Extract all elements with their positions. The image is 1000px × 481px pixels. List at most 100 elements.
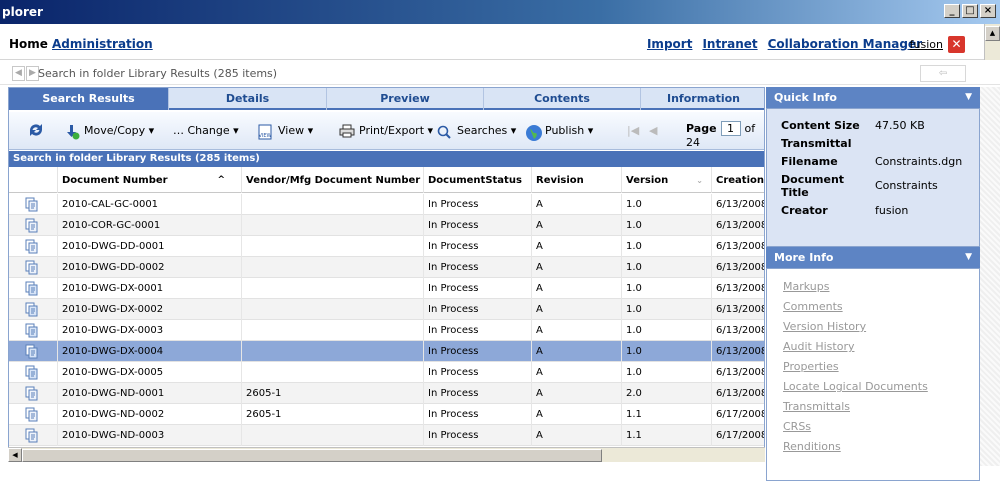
collapse-chevron-icon[interactable]: ▼ [965, 87, 972, 108]
minimize-button[interactable]: _ [944, 4, 960, 18]
refresh-icon[interactable] [27, 122, 45, 141]
publish-label: Publish ▾ [545, 124, 594, 137]
tab-details[interactable]: Details [169, 88, 327, 110]
more-info-panel: Markups Comments Version History Audit Hist… [766, 268, 980, 481]
column-menu-chevron-icon[interactable]: ⌄ [696, 176, 703, 185]
tab-preview[interactable]: Preview [327, 88, 484, 110]
table-row[interactable]: 2010-DWG-ND-0002 2605-1 In Process A 1.1 6/17… [9, 404, 764, 425]
column-version[interactable]: Version ⌄ [621, 167, 711, 193]
scroll-left-arrow-icon[interactable]: ◀ [8, 448, 22, 462]
tab-information[interactable]: Information [641, 88, 764, 110]
more-info-title: More Info [774, 251, 834, 264]
cell-document-status: In Process [423, 278, 531, 299]
column-document-status[interactable]: DocumentStatus [423, 167, 531, 193]
collapse-chevron-icon[interactable]: ▼ [965, 247, 972, 268]
cell-creation: 6/17/2008 [711, 404, 764, 425]
cell-document-number: 2010-CAL-GC-0001 [57, 194, 237, 215]
quick-info-header[interactable]: Quick Info ▼ [766, 87, 980, 108]
more-info-link[interactable]: Renditions [783, 437, 979, 457]
back-arrow-icon[interactable]: ◀ [12, 66, 25, 81]
more-info-link[interactable]: Markups [783, 277, 979, 297]
quick-info-title: Quick Info [774, 91, 837, 104]
table-row[interactable]: 2010-DWG-DX-0001 In Process A 1.0 6/13/2008 [9, 278, 764, 299]
table-row[interactable]: 2010-DWG-DX-0002 In Process A 1.0 6/13/2008 [9, 299, 764, 320]
searches-label: Searches ▾ [457, 124, 517, 137]
column-vendor-number[interactable]: Vendor/Mfg Document Number [241, 167, 421, 193]
more-info-header[interactable]: More Info ▼ [766, 247, 980, 268]
scroll-up-arrow-icon[interactable]: ▲ [985, 26, 1000, 41]
table-row[interactable]: 2010-DWG-DX-0003 In Process A 1.0 6/13/2008 [9, 320, 764, 341]
cell-document-status: In Process [423, 404, 531, 425]
tab-search-results[interactable]: Search Results [9, 88, 169, 110]
previous-page-icon[interactable]: ◀ [649, 124, 657, 137]
maximize-button[interactable]: □ [962, 4, 978, 18]
cell-vendor-number [241, 362, 423, 383]
quick-info-label: Filename [781, 155, 838, 168]
cell-version: 1.1 [621, 425, 711, 446]
quick-info-label: Content Size [781, 119, 860, 132]
cell-revision: A [531, 278, 621, 299]
table-row[interactable]: 2010-DWG-ND-0001 2605-1 In Process A 2.0 6/13… [9, 383, 764, 404]
more-info-link[interactable]: Transmittals [783, 397, 979, 417]
column-document-number[interactable]: Document Number ^ [57, 167, 237, 193]
intranet-link[interactable]: Intranet [702, 37, 757, 51]
import-link[interactable]: Import [647, 37, 692, 51]
document-icon [25, 197, 39, 212]
administration-link[interactable]: Administration [52, 37, 153, 51]
more-info-link[interactable]: Version History [783, 317, 979, 337]
table-row[interactable]: 2010-DWG-DX-0005 In Process A 1.0 6/13/2008 [9, 362, 764, 383]
print-export-button[interactable]: Print/Export ▾ [339, 124, 433, 138]
publish-button[interactable]: Publish ▾ [525, 124, 594, 141]
vertical-scrollbar[interactable]: ▲ [984, 24, 1000, 60]
go-back-button[interactable]: ⇦ [920, 65, 966, 82]
horizontal-scroll-thumb[interactable] [22, 449, 602, 462]
more-info-link[interactable]: CRSs [783, 417, 979, 437]
cell-creation: 6/13/2008 [711, 299, 764, 320]
table-row[interactable]: 2010-DWG-DD-0001 In Process A 1.0 6/13/2008 [9, 236, 764, 257]
pager: Page 1 of 24 [686, 121, 764, 149]
cell-creation: 6/13/2008 [711, 194, 764, 215]
cell-version: 1.0 [621, 257, 711, 278]
sort-ascending-icon: ^ [217, 175, 225, 185]
cell-revision: A [531, 257, 621, 278]
table-row[interactable]: 2010-CAL-GC-0001 In Process A 1.0 6/13/2008 [9, 194, 764, 215]
cell-vendor-number [241, 425, 423, 446]
more-info-link[interactable]: Audit History [783, 337, 979, 357]
table-row[interactable]: 2010-COR-GC-0001 In Process A 1.0 6/13/2008 [9, 215, 764, 236]
tab-contents[interactable]: Contents [484, 88, 641, 110]
cell-document-number: 2010-DWG-DX-0004 [57, 341, 237, 362]
document-icon [25, 218, 39, 233]
quick-info-row: Content Size 47.50 KB [781, 119, 979, 132]
user-link[interactable]: fusion [910, 38, 943, 51]
view-button[interactable]: VIEW View ▾ [258, 124, 313, 140]
move-copy-button[interactable]: Move/Copy ▾ [64, 124, 154, 140]
cell-version: 1.0 [621, 320, 711, 341]
column-creation[interactable]: Creation [711, 167, 764, 193]
cell-vendor-number [241, 299, 423, 320]
horizontal-scrollbar[interactable]: ◀ [8, 447, 765, 462]
more-info-link[interactable]: Comments [783, 297, 979, 317]
column-revision[interactable]: Revision [531, 167, 621, 193]
table-row[interactable]: 2010-DWG-ND-0003 In Process A 1.1 6/17/2008 [9, 425, 764, 446]
cell-document-number: 2010-DWG-ND-0002 [57, 404, 237, 425]
collaboration-manager-link[interactable]: Collaboration Manager [768, 37, 922, 51]
more-info-link[interactable]: Locate Logical Documents [783, 377, 979, 397]
logout-close-icon[interactable]: ✕ [948, 36, 965, 53]
cell-revision: A [531, 320, 621, 341]
print-export-label: Print/Export ▾ [359, 124, 434, 137]
document-icon [25, 428, 39, 443]
cell-revision: A [531, 341, 621, 362]
change-button[interactable]: … Change ▾ [173, 124, 239, 137]
table-row[interactable]: 2010-DWG-DX-0004 In Process A 1.0 6/13/2008 [9, 341, 764, 362]
page-number-input[interactable]: 1 [720, 121, 741, 136]
cell-version: 1.0 [621, 194, 711, 215]
cell-version: 2.0 [621, 383, 711, 404]
first-page-icon[interactable]: |◀ [627, 124, 639, 137]
cell-revision: A [531, 236, 621, 257]
close-window-button[interactable]: × [980, 4, 996, 18]
table-row[interactable]: 2010-DWG-DD-0002 In Process A 1.0 6/13/2008 [9, 257, 764, 278]
searches-button[interactable]: Searches ▾ [437, 124, 517, 139]
cell-vendor-number: 2605-1 [241, 383, 423, 404]
more-info-link[interactable]: Properties [783, 357, 979, 377]
list-title: Search in folder Library Results (285 it… [9, 151, 764, 167]
